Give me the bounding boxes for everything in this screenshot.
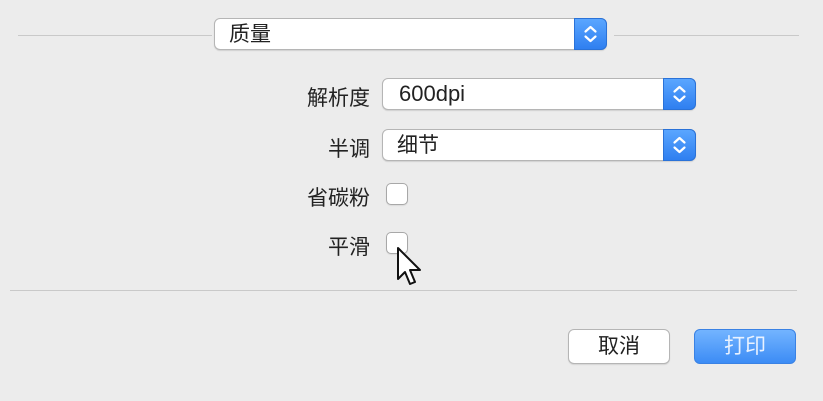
up-down-chevron-icon bbox=[663, 129, 696, 161]
up-down-chevron-icon bbox=[663, 78, 696, 110]
section-popup[interactable]: 质量 bbox=[214, 18, 607, 50]
resolution-value: 600dpi bbox=[399, 81, 466, 106]
toner-save-label: 省碳粉 bbox=[307, 186, 370, 210]
halftone-label: 半调 bbox=[328, 137, 370, 161]
print-dialog-quality-panel: 质量 解析度 600dpi 半调 细节 省碳粉 平滑 取消 打印 bbox=[0, 0, 823, 401]
resolution-label: 解析度 bbox=[307, 86, 370, 110]
section-divider-right bbox=[614, 35, 799, 36]
halftone-popup[interactable]: 细节 bbox=[382, 129, 696, 161]
print-button[interactable]: 打印 bbox=[694, 329, 796, 364]
smoothing-label: 平滑 bbox=[328, 235, 370, 259]
mouse-pointer-icon bbox=[397, 247, 421, 285]
toner-save-checkbox[interactable] bbox=[386, 183, 408, 205]
cancel-button[interactable]: 取消 bbox=[568, 329, 670, 364]
section-popup-value: 质量 bbox=[229, 22, 271, 46]
footer-divider bbox=[10, 290, 797, 291]
resolution-popup[interactable]: 600dpi bbox=[382, 78, 696, 110]
halftone-value: 细节 bbox=[397, 133, 439, 157]
up-down-chevron-icon bbox=[574, 18, 607, 50]
section-divider-left bbox=[18, 35, 212, 36]
